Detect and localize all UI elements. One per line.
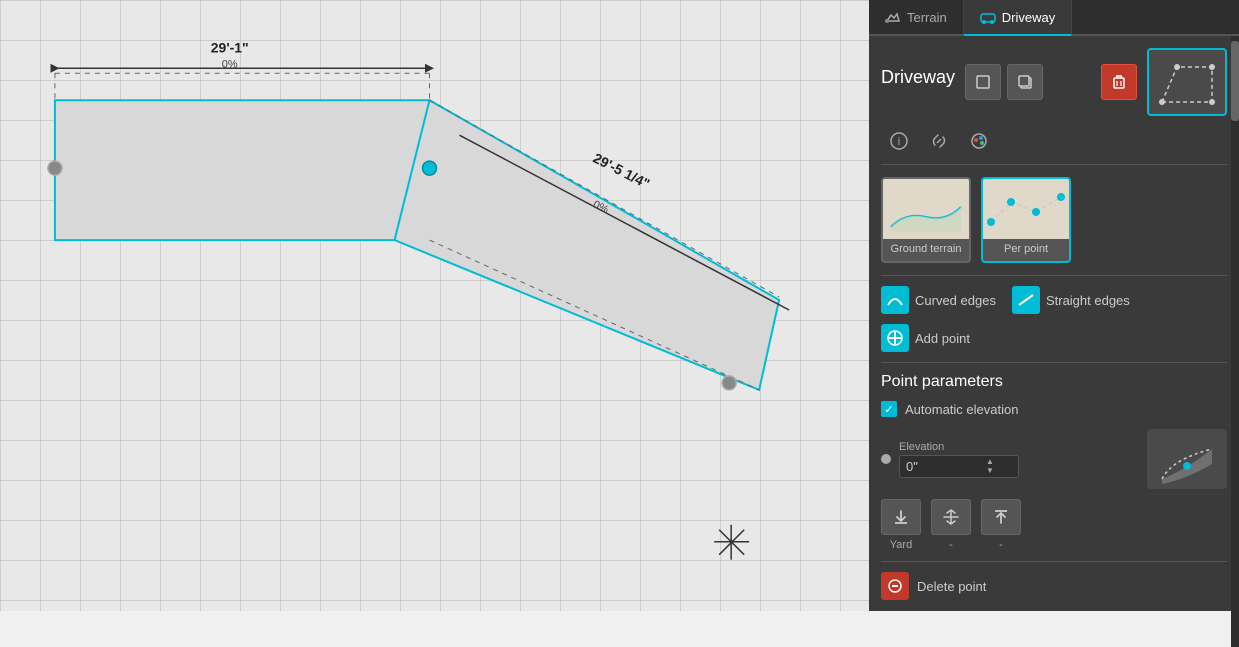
edge-row: Curved edges Straight edges [881,286,1227,314]
yard-label: Yard [890,539,912,551]
driveway-preview-icon [1157,57,1217,107]
trash-icon [1112,75,1126,89]
middle-action-group: - [931,499,971,551]
yard-action-group: Yard [881,499,921,551]
elevation-dot [881,454,891,464]
elevation-input-row: ▲ ▼ [899,455,1019,478]
auto-elevation-label: Automatic elevation [905,402,1018,417]
palette-icon [970,132,988,150]
elevation-label: Elevation [899,441,1139,453]
download-icon [892,508,910,526]
yard-action-button[interactable] [881,499,921,535]
tab-bar: Terrain Driveway [869,0,1239,36]
info-tab-info[interactable]: i [881,126,917,156]
divider2 [881,362,1227,363]
dimension2-label: 29'-5 1/4" [591,150,653,192]
delete-point-label: Delete point [917,579,986,594]
select-icon [975,74,991,90]
terrain-tab-icon [885,9,901,25]
panel-scrollbar[interactable] [1231,36,1239,647]
right-action-button[interactable] [981,499,1021,535]
info-tab-palette[interactable] [961,126,997,156]
per-point-card[interactable]: Per point [981,177,1071,263]
terrain-cards: Ground terrain Per point [881,177,1227,263]
curved-edges-label: Curved edges [915,293,996,308]
per-point-img [983,179,1069,239]
per-point-svg [986,182,1066,237]
per-point-label: Per point [983,243,1069,255]
panel-title: Driveway [881,67,955,88]
delete-button[interactable] [1101,64,1137,100]
middle-label: - [949,539,953,551]
add-icon-svg [886,329,904,347]
svg-text:i: i [898,136,900,148]
canvas-area[interactable]: 29'-1" 0% 29'-5 1/4" 0% [0,0,869,611]
curved-icon-svg [886,291,904,309]
upload-icon [992,508,1010,526]
add-point-button[interactable]: Add point [881,324,1227,352]
delete-point-row[interactable]: Delete point [881,572,1227,600]
info-tab-link[interactable] [921,126,957,156]
elevation-up-button[interactable]: ▲ [986,458,994,466]
driveway-thumbnail [1147,429,1227,489]
terrain-tab-label: Terrain [907,10,947,25]
elevation-spinner: ▲ ▼ [986,458,994,475]
ground-terrain-svg [886,182,966,237]
divider1 [881,275,1227,276]
delete-point-icon-button[interactable] [881,572,909,600]
right-panel: Terrain Driveway Driveway [869,0,1239,611]
straight-icon-svg [1017,291,1035,309]
straight-edges-label: Straight edges [1046,293,1130,308]
driveway-large-icon [1147,48,1227,116]
straight-edge-icon [1012,286,1040,314]
tab-driveway[interactable]: Driveway [964,0,1072,36]
tab-terrain[interactable]: Terrain [869,0,964,34]
ground-terrain-label: Ground terrain [883,243,969,255]
curved-edges-button[interactable]: Curved edges [881,286,996,314]
right-label: - [999,539,1003,551]
auto-elevation-row: ✓ Automatic elevation [881,401,1227,417]
point-parameters-title: Point parameters [881,373,1227,391]
elevation-input[interactable] [906,459,986,474]
action-icons-row: Yard - - [881,499,1227,551]
elevation-row: Elevation ▲ ▼ [881,429,1227,489]
duplicate-icon [1017,74,1033,90]
panel-scrollbar-thumb[interactable] [1231,41,1239,121]
duplicate-button[interactable] [1007,64,1043,100]
add-point-label: Add point [915,331,970,346]
add-point-icon [881,324,909,352]
divider3 [881,561,1227,562]
elevation-down-button[interactable]: ▼ [986,467,994,475]
info-icon: i [890,132,908,150]
ground-terrain-card[interactable]: Ground terrain [881,177,971,263]
info-tabs: i [881,126,1227,165]
right-action-group: - [981,499,1021,551]
straight-edges-button[interactable]: Straight edges [1012,286,1130,314]
delete-point-icon [887,578,903,594]
driveway-thumb-svg [1157,434,1217,484]
elevation-group: Elevation ▲ ▼ [899,441,1139,478]
driveway-tab-icon [980,9,996,25]
square-select-button[interactable] [965,64,1001,100]
dimension1-label: 29'-1" [211,39,249,55]
ground-terrain-img [883,179,969,239]
auto-elevation-checkbox[interactable]: ✓ [881,401,897,417]
dimension1-pct: 0% [222,58,238,70]
curved-edge-icon [881,286,909,314]
move-icon [942,508,960,526]
canvas-svg: 29'-1" 0% 29'-5 1/4" 0% [0,0,869,611]
panel-content: Driveway [869,36,1239,611]
driveway-tab-label: Driveway [1002,10,1055,25]
link-icon [930,132,948,150]
middle-action-button[interactable] [931,499,971,535]
